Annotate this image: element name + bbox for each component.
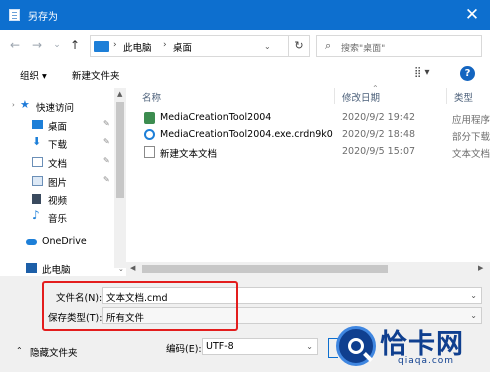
breadcrumb-separator: › [163,40,167,50]
encoding-select[interactable]: UTF-8 ⌄ [202,338,318,355]
file-name: MediaCreationTool2004.exe.crdn9k0 [160,129,333,140]
column-name[interactable]: 名称 [142,90,161,104]
search-icon: ⌕ [325,39,332,52]
column-header-row: ⌃ 名称 修改日期 类型 [136,84,490,106]
watermark-url: qiaqa.com [398,356,455,366]
highlight-annotation-box [42,281,238,331]
search-box[interactable]: ⌕ 搜索"桌面" [316,35,482,57]
toolbar: 组织 ▾ 新建文件夹 ⣿ ▾ ? [0,62,490,86]
sidebar-item-label: 此电脑 [42,265,71,276]
document-icon [32,157,43,167]
magnifier-logo-icon [336,326,376,366]
cloud-icon [26,239,37,245]
logo-handle [363,352,373,362]
navigation-pane: › ★ 快速访问 桌面 ✎ ⬇ 下载 ✎ 文档 ✎ 图片 ✎ 视频 ♪ 音乐 O… [0,88,126,276]
scroll-left-arrow-icon[interactable]: ◀ [130,264,135,272]
application-icon [144,112,155,124]
scrollbar-thumb[interactable] [142,265,388,273]
search-placeholder: 搜索"桌面" [341,44,386,54]
file-list-horizontal-scrollbar[interactable]: ◀ ▶ [126,262,490,276]
file-date: 2020/9/2 19:42 [342,112,416,123]
new-folder-button[interactable]: 新建文件夹 [72,68,120,82]
music-icon: ♪ [32,208,40,222]
view-options-button[interactable]: ⣿ ▾ [414,67,430,78]
file-date: 2020/9/5 15:07 [342,146,416,157]
file-name: MediaCreationTool2004 [160,112,272,123]
encoding-label: 编码(E): [166,344,202,355]
sidebar-item-label: 桌面 [48,122,68,133]
scrollbar-thumb[interactable] [116,102,124,198]
file-type: 部分下载 [452,132,490,143]
file-row[interactable]: MediaCreationTool2004.exe.crdn9k0 2020/9… [142,127,490,143]
back-button[interactable]: ← [8,38,22,52]
refresh-button[interactable]: ↻ [288,35,310,57]
window-title: 另存为 [28,12,58,23]
column-divider[interactable] [446,88,447,104]
column-divider[interactable] [334,88,335,104]
help-button[interactable]: ? [460,66,475,81]
watermark: 恰卡网 qiaqa.com [324,318,490,372]
up-button[interactable]: ↑ [68,38,82,52]
recent-locations-button[interactable]: ⌄ [50,40,64,50]
collapse-icon[interactable]: › [12,101,15,109]
file-row[interactable]: 新建文本文档 2020/9/5 15:07 文本文档 [142,144,490,160]
file-row[interactable]: MediaCreationTool2004 2020/9/2 19:42 应用程… [142,110,490,126]
column-type[interactable]: 类型 [454,90,473,104]
organize-button[interactable]: 组织 ▾ [20,68,47,82]
desktop-icon [32,120,43,129]
logo-ring [348,338,364,354]
download-icon: ⬇ [32,135,42,148]
star-icon: ★ [20,98,30,111]
sidebar-scrollbar[interactable]: ▲ [114,88,126,268]
address-bar[interactable]: › 此电脑 › 桌面 [90,35,310,57]
navigation-bar: ← → ⌄ ↑ › 此电脑 › 桌面 ⌄ ↻ ⌕ 搜索"桌面" [0,30,490,62]
chevron-down-icon[interactable]: ⌄ [470,291,477,300]
pin-icon: ✎ [103,119,110,128]
scroll-down-arrow-icon[interactable]: ⌄ [118,265,124,273]
pin-icon: ✎ [103,137,110,146]
sidebar-item-label: OneDrive [42,236,87,247]
text-file-icon [144,146,155,158]
sidebar-item-label: 下载 [48,140,68,151]
edge-download-icon [144,129,155,140]
address-dropdown-icon[interactable]: ⌄ [264,42,271,51]
breadcrumb-desktop[interactable]: 桌面 [173,40,192,54]
forward-button[interactable]: → [30,38,44,52]
column-date[interactable]: 修改日期 [342,90,380,104]
encoding-value: UTF-8 [206,341,234,352]
breadcrumb-this-pc[interactable]: 此电脑 [123,40,152,54]
breadcrumb-separator: › [113,40,117,50]
computer-icon [26,263,37,273]
chevron-up-icon[interactable]: ⌃ [16,346,23,355]
computer-icon [94,41,109,52]
sidebar-item-label: 音乐 [48,214,68,225]
sidebar-item-label: 快速访问 [36,103,75,114]
pin-icon: ✎ [103,175,110,184]
file-type: 文本文档 [452,149,490,160]
chevron-down-icon[interactable]: ⌄ [306,342,313,351]
pin-icon: ✎ [103,156,110,165]
file-date: 2020/9/2 18:48 [342,129,416,140]
sidebar-item-label: 视频 [48,196,68,207]
sidebar-item-label: 文档 [48,159,68,170]
close-button[interactable]: ✕ [460,4,484,26]
file-name: 新建文本文档 [160,149,218,160]
scroll-up-arrow-icon[interactable]: ▲ [117,90,122,98]
scroll-right-arrow-icon[interactable]: ▶ [478,264,483,272]
sidebar-item-label: 图片 [48,178,68,189]
title-bar: 另存为 ✕ [0,0,490,30]
hide-folders-button[interactable]: 隐藏文件夹 [30,345,78,359]
picture-icon [32,176,43,186]
notepad-icon [9,9,20,21]
file-type: 应用程序 [452,115,490,126]
video-icon [32,194,41,204]
